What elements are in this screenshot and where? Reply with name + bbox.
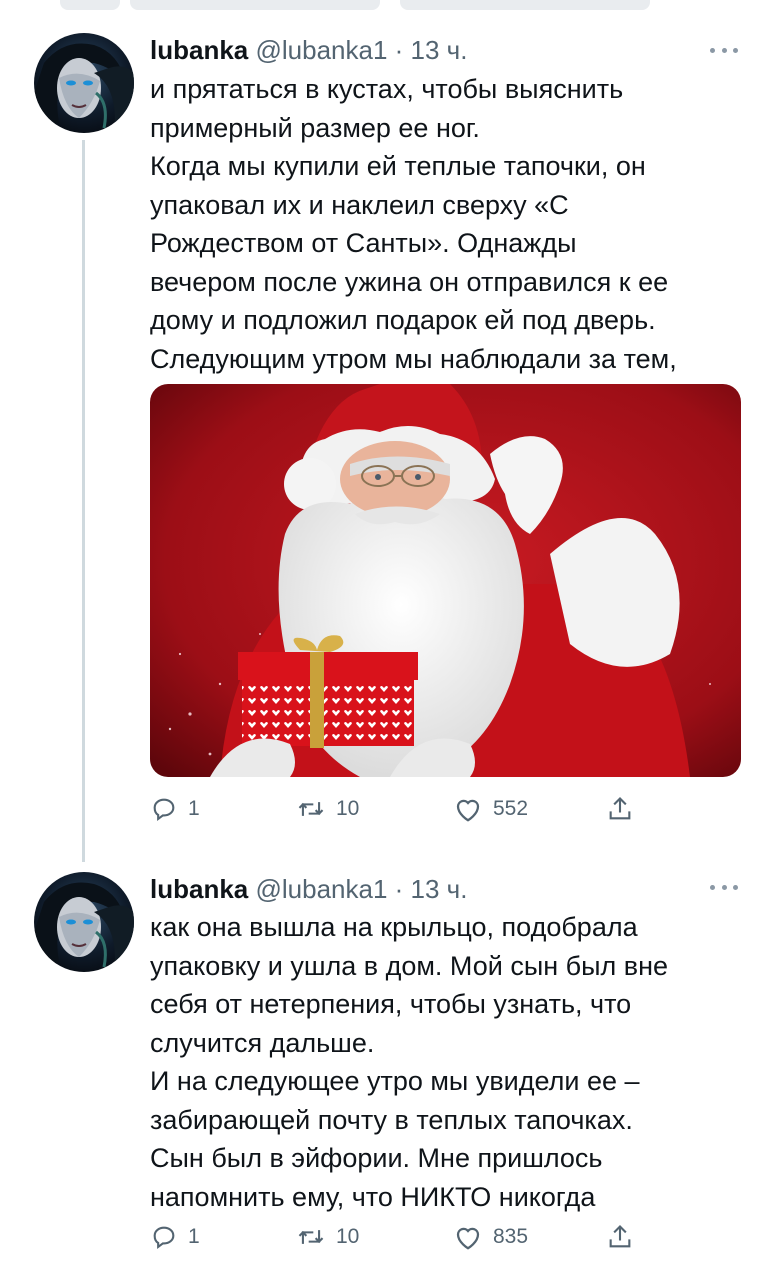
retweet-button[interactable]: 10 <box>296 1220 359 1254</box>
reply-button[interactable]: 1 <box>150 1220 200 1254</box>
tweet-1[interactable]: lubanka @lubanka1 · 13 ч. и прятаться в … <box>0 0 776 840</box>
share-icon <box>609 1225 631 1248</box>
timestamp[interactable]: 13 ч. <box>411 35 468 65</box>
text-line: И на следующее утро мы увидели ее – <box>150 1066 640 1096</box>
text-line: Рождеством от Санты». Однажды <box>150 228 577 258</box>
author-name[interactable]: lubanka <box>150 35 248 65</box>
text-line: Сын был в эйфории. Мне пришлось <box>150 1143 603 1173</box>
reply-button[interactable]: 1 <box>150 792 200 826</box>
separator: · <box>387 35 411 65</box>
text-line: примерный размер ее ног. <box>150 112 480 143</box>
timestamp[interactable]: 13 ч. <box>411 874 468 904</box>
tweet-2[interactable]: lubanka @lubanka1 · 13 ч. как она вышла … <box>0 860 776 1280</box>
share-icon <box>609 797 631 820</box>
reply-icon <box>153 798 175 822</box>
tweet-actions: 1 10 552 <box>150 792 650 826</box>
like-button[interactable]: 835 <box>453 1220 528 1254</box>
retweet-count: 10 <box>336 1225 360 1248</box>
text-line: Когда мы купили ей теплые тапочки, он <box>150 151 646 181</box>
tweet-header: lubanka @lubanka1 · 13 ч. <box>150 35 467 65</box>
like-button[interactable]: 552 <box>453 792 528 826</box>
avatar[interactable] <box>34 33 134 133</box>
text-line: как она вышла на крыльцо, подобрала <box>150 912 638 942</box>
text-line: забирающей почту в теплых тапочках. <box>150 1104 633 1135</box>
more-dots-icon[interactable] <box>710 883 738 891</box>
tweet-text: как она вышла на крыльцо, подобрала упак… <box>150 908 750 1216</box>
retweet-count: 10 <box>336 797 360 820</box>
retweet-icon <box>298 1230 324 1244</box>
tweet-actions: 1 10 835 <box>150 1220 650 1254</box>
more-dots-icon[interactable] <box>710 46 738 54</box>
reply-icon <box>153 1226 175 1250</box>
heart-icon <box>456 1227 480 1250</box>
text-line: себя от нетерпения, чтобы узнать, что <box>150 989 632 1019</box>
heart-icon <box>456 799 480 822</box>
avatar[interactable] <box>34 872 134 972</box>
reply-count: 1 <box>188 797 200 820</box>
retweet-icon <box>298 802 324 816</box>
like-count: 552 <box>493 797 529 820</box>
text-line: дому и подложил подарок ей под дверь. <box>150 305 656 335</box>
reply-count: 1 <box>188 1225 200 1248</box>
text-line: упаковал их и наклеил сверху «С <box>150 189 569 220</box>
tweet-text: и прятаться в кустах, чтобы выяснить при… <box>150 70 750 378</box>
share-button[interactable] <box>606 1220 634 1254</box>
text-line: Следующим утром мы наблюдали за тем, <box>150 343 677 374</box>
tweet-header: lubanka @lubanka1 · 13 ч. <box>150 874 467 904</box>
text-line: и прятаться в кустах, чтобы выяснить <box>150 74 624 104</box>
text-line: вечером после ужина он отправился к ее <box>150 266 669 297</box>
text-line: случится дальше. <box>150 1027 375 1058</box>
separator: · <box>387 874 411 904</box>
text-line: напомнить ему, что НИКТО никогда <box>150 1181 596 1212</box>
text-line: упаковку и ушла в дом. Мой сын был вне <box>150 950 669 981</box>
author-name[interactable]: lubanka <box>150 874 248 904</box>
retweet-button[interactable]: 10 <box>296 792 359 826</box>
like-count: 835 <box>493 1225 529 1248</box>
author-handle[interactable]: @lubanka1 <box>255 874 387 904</box>
author-handle[interactable]: @lubanka1 <box>255 35 387 65</box>
tweet-image-santa[interactable] <box>150 384 741 777</box>
share-button[interactable] <box>606 792 634 826</box>
